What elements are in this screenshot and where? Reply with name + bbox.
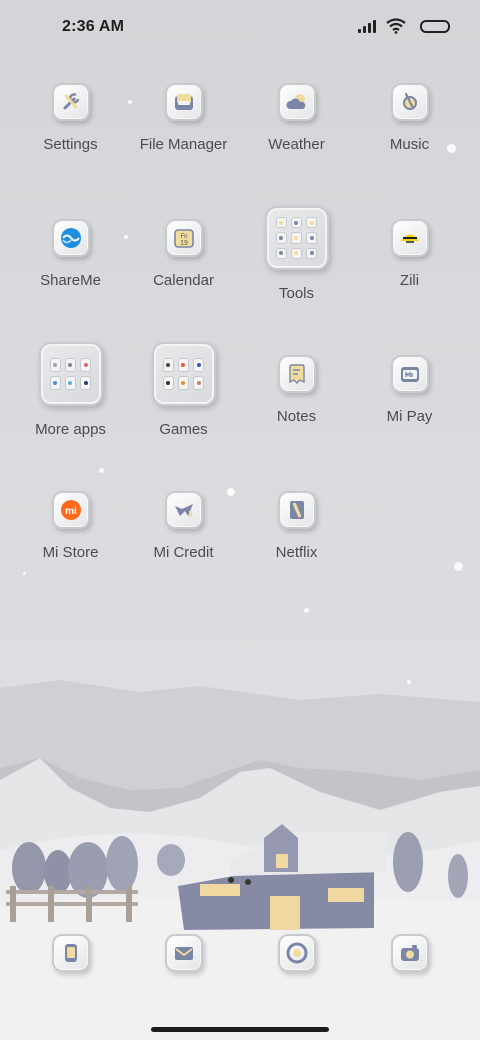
folder-more-apps[interactable]: More apps [14,342,127,462]
signal-icon [358,19,378,33]
app-label: File Manager [139,136,228,153]
app-file-manager[interactable]: File Manager [127,80,240,190]
phone-icon[interactable] [52,934,90,972]
folder-tools[interactable]: Tools [240,206,353,326]
battery-icon [420,19,450,33]
home-screen: 2:36 AM Settings File Manager Weather Mu… [0,0,480,1040]
browser-icon[interactable] [278,934,316,972]
folder-games[interactable]: Games [127,342,240,462]
app-label: Zili [399,272,420,289]
zili-icon [390,219,429,257]
app-label: Calendar [153,272,214,289]
app-calendar[interactable]: Fri 19 Calendar [127,216,240,326]
messages-icon[interactable] [165,934,203,972]
app-label: Mi Pay [386,408,433,425]
music-icon [390,83,429,121]
file-manager-icon [164,83,203,121]
notes-icon [277,355,316,393]
netflix-icon [277,491,316,529]
app-label: Notes [276,408,317,425]
status-icons [358,18,450,34]
tools-folder-icon [264,206,329,270]
app-label: Games [159,421,208,438]
app-notes[interactable]: Notes [240,352,353,462]
app-label: More apps [35,421,106,438]
app-label: ShareMe [40,272,101,289]
status-bar: 2:36 AM [0,0,480,56]
app-netflix[interactable]: Netflix [240,488,353,598]
app-mi-credit[interactable]: Mi Credit [127,488,240,598]
home-indicator[interactable] [151,1027,329,1032]
settings-icon [51,83,90,121]
app-label: Settings [43,136,98,153]
app-label: Mi Credit [153,544,214,561]
status-time: 2:36 AM [62,18,125,35]
app-mi-store[interactable]: mi Mi Store [14,488,127,598]
mi-pay-icon [390,355,429,393]
dock [0,934,480,978]
mi-credit-icon [164,491,203,529]
app-label: Netflix [275,544,318,561]
app-label: Tools [278,285,315,302]
svg-text:mi: mi [65,506,77,517]
app-settings[interactable]: Settings [14,80,127,190]
shareme-icon [51,219,90,257]
app-shareme[interactable]: ShareMe [14,216,127,326]
app-label: Weather [268,136,325,153]
app-mi-pay[interactable]: Mi Pay [353,352,466,462]
app-zili[interactable]: Zili [353,216,466,326]
app-label: Mi Store [42,544,99,561]
weather-icon [277,83,316,121]
mi-store-icon: mi [51,491,90,529]
more-apps-folder-icon [38,342,103,406]
app-weather[interactable]: Weather [240,80,353,190]
winter-wallpaper [0,680,480,1040]
games-folder-icon [151,342,216,406]
svg-text:19: 19 [180,240,188,247]
wifi-icon [386,18,406,34]
camera-icon[interactable] [391,934,429,972]
app-label: Music [389,136,430,153]
app-music[interactable]: Music [353,80,466,190]
calendar-icon: Fri 19 [164,219,203,257]
